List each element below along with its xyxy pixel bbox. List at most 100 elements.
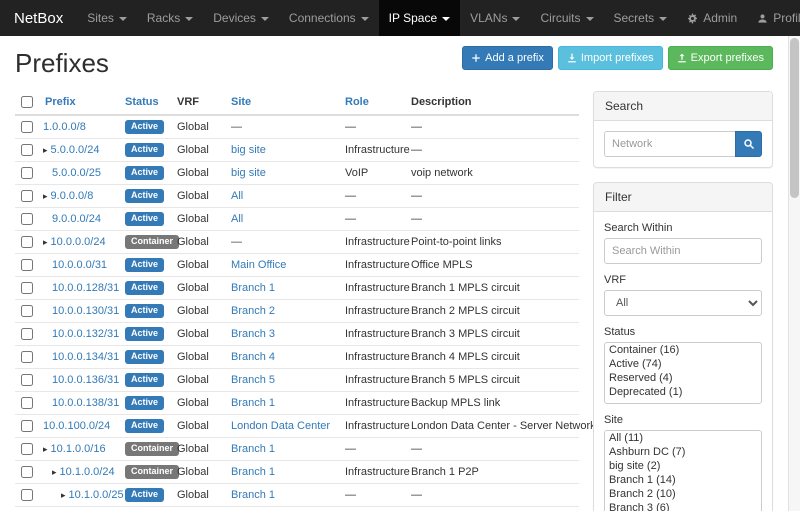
prefix-link[interactable]: 9.0.0.0/8 — [51, 190, 94, 202]
prefix-link[interactable]: 10.0.0.136/31 — [52, 374, 119, 386]
site-link[interactable]: Branch 1 — [231, 489, 275, 501]
site-link[interactable]: big site — [231, 167, 266, 179]
prefix-link[interactable]: 10.0.100.0/24 — [43, 420, 110, 432]
prefix-link[interactable]: 10.0.0.134/31 — [52, 351, 119, 363]
site-link[interactable]: Main Office — [231, 259, 286, 271]
filter-option[interactable]: All (11) — [605, 431, 761, 445]
table-row: 10.0.0.136/31ActiveGlobalBranch 5Infrast… — [15, 369, 579, 392]
row-checkbox[interactable] — [21, 420, 33, 432]
site-link[interactable]: All — [231, 190, 243, 202]
site-link[interactable]: Branch 1 — [231, 466, 275, 478]
prefix-link[interactable]: 10.1.0.0/16 — [51, 443, 106, 455]
status-badge: Active — [125, 419, 164, 433]
prefix-link[interactable]: 1.0.0.0/8 — [43, 121, 86, 133]
table-row: 10.0.0.0/31ActiveGlobalMain OfficeInfras… — [15, 254, 579, 277]
row-checkbox[interactable] — [21, 466, 33, 478]
filter-option[interactable]: Container (16) — [605, 343, 761, 357]
app-brand[interactable]: NetBox — [0, 0, 77, 36]
prefix-link[interactable]: 10.0.0.128/31 — [52, 282, 119, 294]
row-checkbox[interactable] — [21, 190, 33, 202]
nav-item-devices[interactable]: Devices — [203, 0, 279, 36]
chevron-down-icon — [586, 17, 594, 21]
import-prefixes-button[interactable]: Import prefixes — [558, 46, 663, 70]
filter-option[interactable]: Branch 1 (14) — [605, 473, 761, 487]
row-checkbox[interactable] — [21, 397, 33, 409]
navbar-menu: SitesRacksDevicesConnectionsIP SpaceVLAN… — [77, 0, 677, 36]
row-checkbox[interactable] — [21, 282, 33, 294]
vrf-cell: Global — [171, 484, 225, 507]
site-link[interactable]: big site — [231, 144, 266, 156]
status-filter-list[interactable]: Container (16)Active (74)Reserved (4)Dep… — [604, 342, 762, 404]
search-within-input[interactable] — [604, 238, 762, 264]
nav-item-vlans[interactable]: VLANs — [460, 0, 530, 36]
nav-item-secrets[interactable]: Secrets — [604, 0, 678, 36]
site-link[interactable]: Branch 2 — [231, 305, 275, 317]
filter-option[interactable]: Reserved (4) — [605, 371, 761, 385]
site-link[interactable]: Branch 1 — [231, 397, 275, 409]
nav-item-ip-space[interactable]: IP Space — [379, 0, 460, 36]
site-link[interactable]: Branch 5 — [231, 374, 275, 386]
prefix-link[interactable]: 10.0.0.0/31 — [52, 259, 107, 271]
prefix-link[interactable]: 10.0.0.0/24 — [51, 236, 106, 248]
select-all-checkbox[interactable] — [21, 96, 33, 108]
site-cell: Branch 2 — [225, 300, 339, 323]
site-link[interactable]: Branch 1 — [231, 443, 275, 455]
row-checkbox[interactable] — [21, 489, 33, 501]
column-header-prefix[interactable]: Prefix — [45, 96, 76, 108]
prefix-link[interactable]: 10.1.0.0/24 — [60, 466, 115, 478]
row-checkbox[interactable] — [21, 213, 33, 225]
prefix-link[interactable]: 9.0.0.0/24 — [52, 213, 101, 225]
column-header-site[interactable]: Site — [231, 96, 251, 108]
status-badge: Active — [125, 212, 164, 226]
row-checkbox[interactable] — [21, 144, 33, 156]
vrf-select[interactable]: All — [604, 290, 762, 316]
nav-item-profile[interactable]: Profile — [747, 0, 800, 36]
row-checkbox[interactable] — [21, 305, 33, 317]
nav-item-racks[interactable]: Racks — [137, 0, 203, 36]
prefix-link[interactable]: 10.0.0.132/31 — [52, 328, 119, 340]
search-panel: Search — [593, 91, 773, 168]
page-scrollbar[interactable] — [788, 36, 800, 511]
site-link[interactable]: Branch 1 — [231, 282, 275, 294]
row-checkbox[interactable] — [21, 443, 33, 455]
site-link[interactable]: Branch 3 — [231, 328, 275, 340]
row-checkbox[interactable] — [21, 167, 33, 179]
export-prefixes-button[interactable]: Export prefixes — [668, 46, 773, 70]
nav-item-connections[interactable]: Connections — [279, 0, 379, 36]
row-checkbox[interactable] — [21, 259, 33, 271]
expand-arrow-icon: ▸ — [43, 444, 48, 454]
search-input[interactable] — [604, 131, 735, 157]
site-filter-list[interactable]: All (11)Ashburn DC (7)big site (2)Branch… — [604, 430, 762, 511]
prefix-link[interactable]: 5.0.0.0/25 — [52, 167, 101, 179]
nav-item-admin[interactable]: Admin — [677, 0, 747, 36]
row-checkbox[interactable] — [21, 121, 33, 133]
row-checkbox[interactable] — [21, 236, 33, 248]
prefix-link[interactable]: 10.1.0.0/25 — [69, 489, 124, 501]
nav-item-sites[interactable]: Sites — [77, 0, 137, 36]
row-checkbox[interactable] — [21, 351, 33, 363]
row-checkbox[interactable] — [21, 374, 33, 386]
nav-item-circuits[interactable]: Circuits — [530, 0, 603, 36]
row-checkbox[interactable] — [21, 328, 33, 340]
prefix-link[interactable]: 5.0.0.0/24 — [51, 144, 100, 156]
role-cell: Infrastructure — [339, 415, 405, 438]
search-button[interactable] — [735, 131, 762, 157]
chevron-down-icon — [119, 17, 127, 21]
site-cell: — — [225, 115, 339, 139]
site-link[interactable]: London Data Center — [231, 420, 330, 432]
column-header-status[interactable]: Status — [125, 96, 159, 108]
filter-option[interactable]: big site (2) — [605, 459, 761, 473]
add-prefix-button[interactable]: Add a prefix — [462, 46, 553, 70]
filter-option[interactable]: Active (74) — [605, 357, 761, 371]
prefix-table-container: Prefix Status VRF Site Role Description … — [15, 91, 579, 511]
filter-option[interactable]: Deprecated (1) — [605, 385, 761, 399]
scrollbar-thumb[interactable] — [790, 38, 799, 198]
site-link[interactable]: Branch 4 — [231, 351, 275, 363]
prefix-link[interactable]: 10.0.0.130/31 — [52, 305, 119, 317]
prefix-link[interactable]: 10.0.0.138/31 — [52, 397, 119, 409]
filter-option[interactable]: Ashburn DC (7) — [605, 445, 761, 459]
filter-option[interactable]: Branch 2 (10) — [605, 487, 761, 501]
column-header-role[interactable]: Role — [345, 96, 369, 108]
filter-option[interactable]: Branch 3 (6) — [605, 501, 761, 511]
site-link[interactable]: All — [231, 213, 243, 225]
